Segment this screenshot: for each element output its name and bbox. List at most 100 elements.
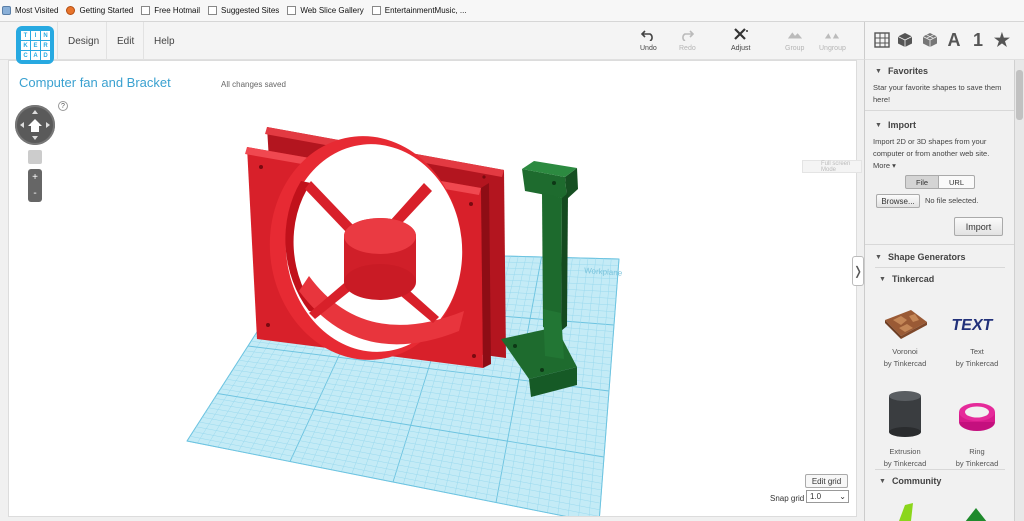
scrollbar-thumb[interactable] (1016, 70, 1023, 120)
star-icon[interactable]: ★ (993, 30, 1011, 50)
bookmark-label: Most Visited (15, 6, 59, 15)
adjust-label: Adjust (731, 45, 751, 52)
zoom-control: + - (28, 169, 42, 202)
shape-extrusion[interactable]: Extrusion by Tinkercad (875, 390, 935, 470)
browse-button[interactable]: Browse... (876, 194, 920, 208)
tinkercad-logo[interactable]: TIN KER CAD (16, 26, 54, 64)
shapes-panel: ▼ Favorites Star your favorite shapes to … (864, 60, 1014, 521)
collapse-panel-button[interactable]: ❭ (852, 256, 864, 286)
tinkercad-heading: Tinkercad (891, 274, 935, 284)
import-tab-url[interactable]: URL (938, 175, 975, 189)
shape-name: Ring (969, 447, 985, 456)
divider (865, 244, 1014, 245)
page-icon (371, 6, 381, 15)
shape-name: Voronoi (892, 347, 918, 356)
redo-button[interactable]: Redo (679, 28, 696, 52)
shape-ring[interactable]: Ring by Tinkercad (947, 396, 1007, 470)
favorites-heading: Favorites (887, 66, 928, 76)
snap-grid-select[interactable]: 1.0 ⌄ (806, 490, 849, 503)
help-icon[interactable]: ? (58, 101, 68, 111)
adjust-icon (733, 28, 749, 42)
divider (865, 110, 1014, 111)
logo-letter: D (41, 51, 50, 60)
bookmark-label: Web Slice Gallery (300, 6, 364, 15)
extrusion-icon (889, 391, 921, 437)
shape-author: by Tinkercad (883, 359, 927, 368)
fullscreen-hint[interactable]: Full screen Mode (802, 160, 862, 173)
bookmarks-bar: Most Visited Getting Started Free Hotmai… (0, 0, 1024, 22)
menu-help[interactable]: Help (143, 22, 185, 60)
community-header[interactable]: ▼ Community (865, 473, 1014, 489)
redo-icon (679, 28, 695, 42)
undo-icon (640, 28, 656, 42)
bookmark-label: Getting Started (79, 6, 134, 15)
view-cube-icon[interactable] (28, 150, 42, 164)
design-title[interactable]: Computer fan and Bracket (19, 75, 171, 90)
undo-label: Undo (640, 45, 657, 52)
divider (875, 469, 1005, 470)
box-icon[interactable] (896, 31, 914, 49)
shape-voronoi[interactable]: Voronoi by Tinkercad (875, 306, 935, 370)
favorites-text: Star your favorite shapes to save them h… (873, 83, 1002, 104)
bookmark-web-slice-gallery[interactable]: Web Slice Gallery (287, 6, 364, 15)
shape-generators-heading: Shape Generators (887, 252, 966, 262)
bookmark-label: Suggested Sites (221, 6, 280, 15)
bookmark-entertainment[interactable]: EntertainmentMusic, ... (371, 6, 467, 15)
import-button[interactable]: Import (954, 217, 1003, 236)
more-label: More (873, 161, 891, 170)
page-icon (287, 6, 297, 15)
number-icon[interactable]: 1 (969, 30, 987, 50)
logo-letter: I (31, 31, 40, 40)
text-icon[interactable]: A (945, 30, 963, 50)
collapse-arrow-icon: ▼ (875, 121, 882, 129)
bookmark-label: Free Hotmail (154, 6, 201, 15)
zoom-out-button[interactable]: - (33, 188, 36, 199)
undo-button[interactable]: Undo (640, 28, 657, 52)
shape-text[interactable]: TEXT Text by Tinkercad (947, 306, 1007, 370)
collapse-arrow-icon: ▼ (879, 275, 886, 283)
group-button[interactable]: Group (785, 28, 804, 52)
logo-letter: C (21, 51, 30, 60)
shape-author: by Tinkercad (955, 359, 999, 368)
community-shape-icon[interactable] (961, 506, 991, 521)
computer-fan[interactable] (245, 127, 506, 370)
snap-grid-label: Snap grid (770, 494, 805, 503)
edit-grid-button[interactable]: Edit grid (805, 474, 848, 488)
tinkercad-header[interactable]: ▼ Tinkercad (865, 271, 1014, 287)
no-file-label: No file selected. (925, 196, 979, 205)
zoom-in-button[interactable]: + (32, 172, 38, 183)
save-status: All changes saved (221, 80, 286, 89)
import-text: Import 2D or 3D shapes from your compute… (873, 137, 990, 158)
design-canvas[interactable]: Workplane Computer fan and Bracket All c… (8, 60, 857, 517)
menu-design[interactable]: Design (57, 22, 109, 60)
wireframe-box-icon[interactable] (921, 31, 939, 49)
bookmark-getting-started[interactable]: Getting Started (66, 6, 133, 15)
shape-generators-header[interactable]: ▼ Shape Generators (865, 249, 1014, 265)
favorites-header[interactable]: ▼ Favorites (865, 63, 1014, 79)
logo-letter: N (41, 31, 50, 40)
ungroup-button[interactable]: Ungroup (819, 28, 846, 52)
voronoi-icon (885, 310, 927, 339)
grid-view-icon[interactable] (873, 31, 891, 49)
bookmark-free-hotmail[interactable]: Free Hotmail (141, 6, 200, 15)
svg-text:TEXT: TEXT (952, 316, 994, 334)
page-icon (141, 6, 151, 15)
scene-3d[interactable]: Workplane (9, 61, 857, 517)
adjust-button[interactable]: Adjust (731, 28, 750, 52)
app-toolbar: TIN KER CAD Design Edit Help Undo Redo A… (0, 22, 864, 64)
bookmark-most-visited[interactable]: Most Visited (2, 6, 58, 15)
community-shape-icon[interactable] (891, 501, 921, 521)
bookmark-suggested-sites[interactable]: Suggested Sites (208, 6, 279, 15)
logo-letter: R (41, 41, 50, 50)
navigation-pad[interactable] (15, 105, 55, 145)
snap-grid-value: 1.0 (810, 492, 822, 501)
menu-edit[interactable]: Edit (106, 22, 144, 60)
import-more-link[interactable]: More ▾ (873, 160, 1009, 172)
import-tab-file[interactable]: File (905, 175, 939, 189)
import-header[interactable]: ▼ Import (865, 117, 1014, 133)
group-icon (787, 28, 803, 42)
collapse-arrow-icon: ▼ (879, 477, 886, 485)
ring-icon (959, 403, 995, 431)
redo-label: Redo (679, 45, 696, 52)
panel-scrollbar[interactable] (1014, 60, 1024, 521)
